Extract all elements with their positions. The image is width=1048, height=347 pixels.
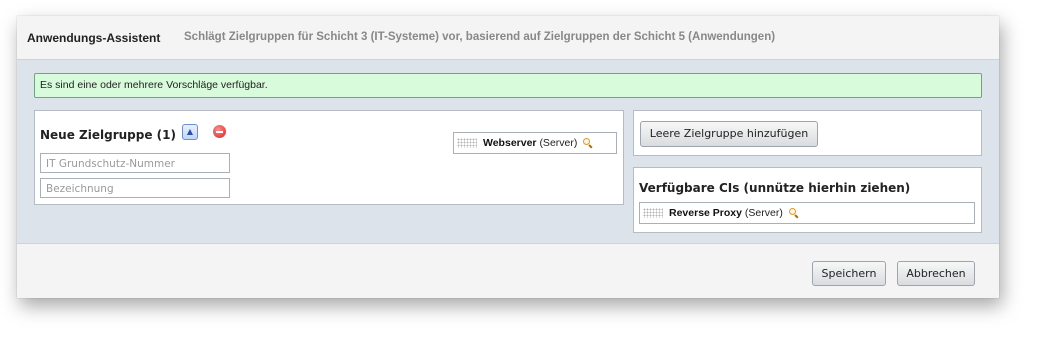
ci-type: (Server) — [744, 207, 783, 219]
dialog-footer: Speichern Abbrechen — [17, 243, 999, 298]
add-empty-group-button[interactable]: Leere Zielgruppe hinzufügen — [640, 121, 818, 147]
grundschutz-number-field[interactable] — [40, 153, 230, 173]
cancel-button[interactable]: Abbrechen — [897, 261, 975, 286]
available-cis-panel: Verfügbare CIs (unnütze hierhin ziehen) … — [633, 167, 982, 233]
double-chevron-up-icon[interactable]: ▲ — [182, 124, 198, 140]
drag-handle-icon[interactable] — [643, 208, 663, 218]
suggestion-notice: Es sind eine oder mehrere Vorschläge ver… — [34, 73, 982, 98]
assistant-dialog: Anwendungs-Assistent Schlägt Zielgruppen… — [17, 16, 999, 298]
target-group-title: Neue Zielgruppe (1) — [40, 128, 176, 142]
add-group-panel: Leere Zielgruppe hinzufügen — [633, 110, 982, 156]
drag-handle-icon[interactable] — [457, 138, 477, 148]
ci-type: (Server) — [539, 137, 578, 149]
dialog-header: Anwendungs-Assistent Schlägt Zielgruppen… — [17, 16, 999, 60]
designation-field[interactable] — [40, 178, 230, 198]
available-cis-title: Verfügbare CIs (unnütze hierhin ziehen) — [639, 181, 911, 195]
save-button[interactable]: Speichern — [812, 261, 886, 286]
notice-text: Es sind eine oder mehrere Vorschläge ver… — [40, 79, 268, 91]
new-target-group-panel: Neue Zielgruppe (1) ▲ Webserver (Server) — [34, 110, 624, 205]
magnifier-icon[interactable] — [583, 138, 592, 147]
minus-circle-icon[interactable] — [213, 125, 226, 138]
magnifier-icon[interactable] — [788, 208, 798, 217]
ci-item-webserver[interactable]: Webserver (Server) — [453, 132, 617, 154]
ci-name: Webserver — [483, 137, 537, 149]
ci-name: Reverse Proxy — [669, 207, 742, 219]
dialog-title: Anwendungs-Assistent — [27, 31, 161, 45]
dialog-subtitle: Schlägt Zielgruppen für Schicht 3 (IT-Sy… — [184, 31, 776, 43]
ci-item-reverse-proxy[interactable]: Reverse Proxy (Server) — [639, 202, 975, 224]
